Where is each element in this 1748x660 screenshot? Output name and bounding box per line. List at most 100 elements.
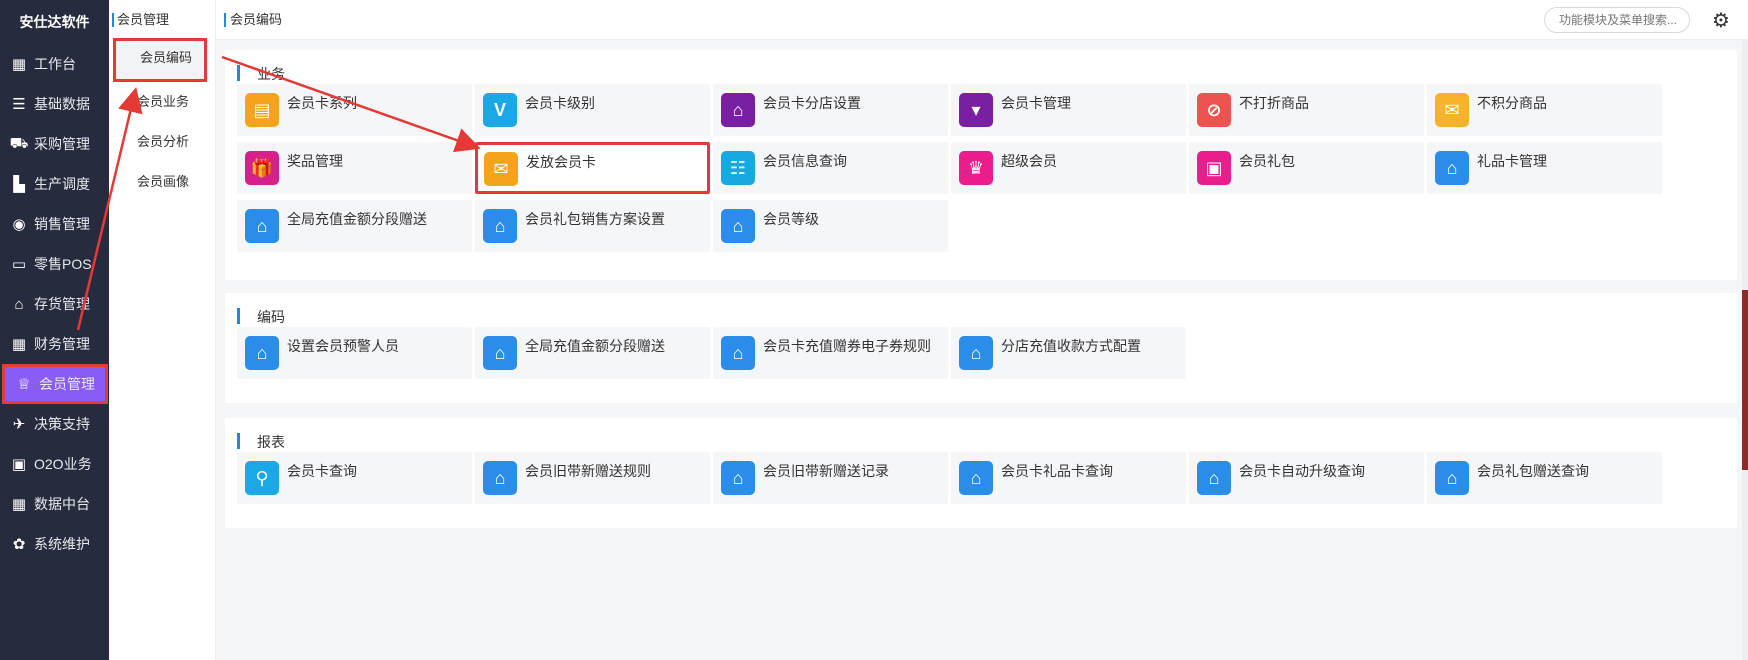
finance-grid-icon: ▦ xyxy=(11,336,27,353)
function-tile[interactable]: ⌂ 礼品卡管理 xyxy=(1427,142,1662,194)
tile-label: 不打折商品 xyxy=(1239,95,1309,111)
scrollbar-thumb[interactable] xyxy=(1742,290,1748,470)
nav-item-label: 系统维护 xyxy=(34,536,90,552)
card-manage-icon: ▾ xyxy=(959,93,993,127)
function-tile[interactable]: ♛ 超级会员 xyxy=(951,142,1186,194)
submenu-item-1[interactable]: 会员业务 xyxy=(109,82,215,122)
nav-item-6[interactable]: ⌂ 存货管理 xyxy=(0,284,109,324)
function-tile[interactable]: ⌂ 会员卡分店设置 xyxy=(713,84,948,136)
section-panel-2: 报表 ⚲ 会员卡查询 ⌂ 会员旧带新赠送规则 ⌂ 会员旧带新赠送记录 ⌂ 会员卡礼品卡查询 ⌂ 会员… xyxy=(225,418,1737,528)
section-title: 报表 xyxy=(237,432,285,452)
home-icon: ⌂ xyxy=(245,209,279,243)
function-tile[interactable]: ⌂ 会员礼包销售方案设置 xyxy=(475,200,710,252)
crown-icon: ♕ xyxy=(17,376,31,393)
function-tile[interactable]: ⌂ 会员旧带新赠送规则 xyxy=(475,452,710,504)
sub-menu: 会员管理 会员编码 会员业务 会员分析 会员画像 xyxy=(109,0,216,660)
settings-icon: ✿ xyxy=(12,536,26,553)
nav-item-label: 采购管理 xyxy=(34,136,90,152)
nav-item-7[interactable]: ▦ 财务管理 xyxy=(0,324,109,364)
home-icon: ⌂ xyxy=(959,336,993,370)
home-icon: ⌂ xyxy=(721,336,755,370)
nav-list: ▦ 工作台 ☰ 基础数据 ⛟ 采购管理 ▙ 生产调度 ◉ 销售管理 ▭ 零售POS ⌂ 存货管理 ▦ 财务管理… xyxy=(0,44,109,564)
nav-item-11[interactable]: ▦ 数据中台 xyxy=(0,484,109,524)
home-icon: ⌂ xyxy=(959,461,993,495)
tile-label: 全局充值金额分段赠送 xyxy=(287,211,427,227)
nav-item-label: 生产调度 xyxy=(34,176,90,192)
data-grid-icon: ▦ xyxy=(11,496,27,513)
top-bar: 会员编码 ⚙ xyxy=(216,0,1748,40)
submenu-item-0[interactable]: 会员编码 xyxy=(113,38,207,82)
function-tile[interactable]: ☷ 会员信息查询 xyxy=(713,142,948,194)
no-points-icon: ✉ xyxy=(1435,93,1469,127)
tile-label: 发放会员卡 xyxy=(526,154,596,170)
nav-item-8[interactable]: ♕ 会员管理 xyxy=(2,364,108,404)
function-tile[interactable]: ⚲ 会员卡查询 xyxy=(237,452,472,504)
issue-card-icon: ✉ xyxy=(484,152,518,186)
function-tile[interactable]: ⌂ 全局充值金额分段赠送 xyxy=(475,327,710,379)
breadcrumb: 会员编码 xyxy=(224,0,282,40)
app-logo: 安仕达软件 xyxy=(19,14,90,30)
home-icon: ⌂ xyxy=(1435,151,1469,185)
tile-label: 会员卡管理 xyxy=(1001,95,1071,111)
card-stack-icon: ▤ xyxy=(245,93,279,127)
function-tile[interactable]: 🎁 奖品管理 xyxy=(237,142,472,194)
home-icon: ⌂ xyxy=(1435,461,1469,495)
submenu-list: 会员编码 会员业务 会员分析 会员画像 xyxy=(109,38,215,202)
submenu-item-3[interactable]: 会员画像 xyxy=(109,162,215,202)
nav-item-0[interactable]: ▦ 工作台 xyxy=(0,44,109,84)
function-tile[interactable]: ⌂ 会员旧带新赠送记录 xyxy=(713,452,948,504)
home-icon: ⌂ xyxy=(483,209,517,243)
function-tile[interactable]: ⌂ 设置会员预警人员 xyxy=(237,327,472,379)
function-tile[interactable]: V 会员卡级别 xyxy=(475,84,710,136)
cart-icon: ⛟ xyxy=(9,134,29,152)
home-icon: ⌂ xyxy=(483,461,517,495)
tile-label: 会员卡级别 xyxy=(525,95,595,111)
v-level-icon: V xyxy=(483,93,517,127)
tile-label: 奖品管理 xyxy=(287,153,343,169)
nav-item-9[interactable]: ✈ 决策支持 xyxy=(0,404,109,444)
function-tile[interactable]: ▾ 会员卡管理 xyxy=(951,84,1186,136)
nav-item-label: 基础数据 xyxy=(34,96,90,112)
function-tile[interactable]: ✉ 发放会员卡 xyxy=(475,142,710,194)
tile-label: 会员卡查询 xyxy=(287,463,357,479)
magnifier-icon: ⚲ xyxy=(245,461,279,495)
warehouse-icon: ⌂ xyxy=(14,295,24,313)
function-tile[interactable]: ▣ 会员礼包 xyxy=(1189,142,1424,194)
nav-item-10[interactable]: ▣ O2O业务 xyxy=(0,444,109,484)
nav-item-1[interactable]: ☰ 基础数据 xyxy=(0,84,109,124)
function-tile[interactable]: ⌂ 会员卡礼品卡查询 xyxy=(951,452,1186,504)
home-icon: ⌂ xyxy=(245,336,279,370)
function-tile[interactable]: ⌂ 分店充值收款方式配置 xyxy=(951,327,1186,379)
tile-label: 超级会员 xyxy=(1001,153,1057,169)
home-icon: ⌂ xyxy=(721,461,755,495)
function-tile[interactable]: ✉ 不积分商品 xyxy=(1427,84,1662,136)
function-tile[interactable]: ⌂ 会员卡充值赠券电子券规则 xyxy=(713,327,948,379)
tile-label: 会员卡自动升级查询 xyxy=(1239,463,1365,479)
nav-item-12[interactable]: ✿ 系统维护 xyxy=(0,524,109,564)
function-tile[interactable]: ⌂ 会员等级 xyxy=(713,200,948,252)
function-tile[interactable]: ⌂ 会员礼包赠送查询 xyxy=(1427,452,1662,504)
tile-label: 不积分商品 xyxy=(1477,95,1547,111)
nav-item-4[interactable]: ◉ 销售管理 xyxy=(0,204,109,244)
gear-icon[interactable]: ⚙ xyxy=(1711,10,1731,32)
tile-label: 会员卡礼品卡查询 xyxy=(1001,463,1113,479)
nav-item-label: 工作台 xyxy=(34,56,76,72)
tile-label: 礼品卡管理 xyxy=(1477,153,1547,169)
tile-label: 会员等级 xyxy=(763,211,819,227)
function-tile[interactable]: ⌂ 全局充值金额分段赠送 xyxy=(237,200,472,252)
tile-label: 会员卡系列 xyxy=(287,95,357,111)
nav-item-3[interactable]: ▙ 生产调度 xyxy=(0,164,109,204)
nav-item-label: 销售管理 xyxy=(34,216,90,232)
tile-label: 会员礼包销售方案设置 xyxy=(525,211,665,227)
nav-item-label: 决策支持 xyxy=(34,416,90,432)
nav-item-5[interactable]: ▭ 零售POS xyxy=(0,244,109,284)
function-tile[interactable]: ⊘ 不打折商品 xyxy=(1189,84,1424,136)
submenu-title: 会员管理 xyxy=(109,0,215,40)
submenu-item-2[interactable]: 会员分析 xyxy=(109,122,215,162)
function-tile[interactable]: ▤ 会员卡系列 xyxy=(237,84,472,136)
nav-item-2[interactable]: ⛟ 采购管理 xyxy=(0,124,109,164)
main-nav: 安仕达软件 ▦ 工作台 ☰ 基础数据 ⛟ 采购管理 ▙ 生产调度 ◉ 销售管理 ▭ 零售POS ⌂ 存货管… xyxy=(0,0,109,660)
no-discount-icon: ⊘ xyxy=(1197,93,1231,127)
function-search-input[interactable] xyxy=(1544,7,1690,33)
function-tile[interactable]: ⌂ 会员卡自动升级查询 xyxy=(1189,452,1424,504)
